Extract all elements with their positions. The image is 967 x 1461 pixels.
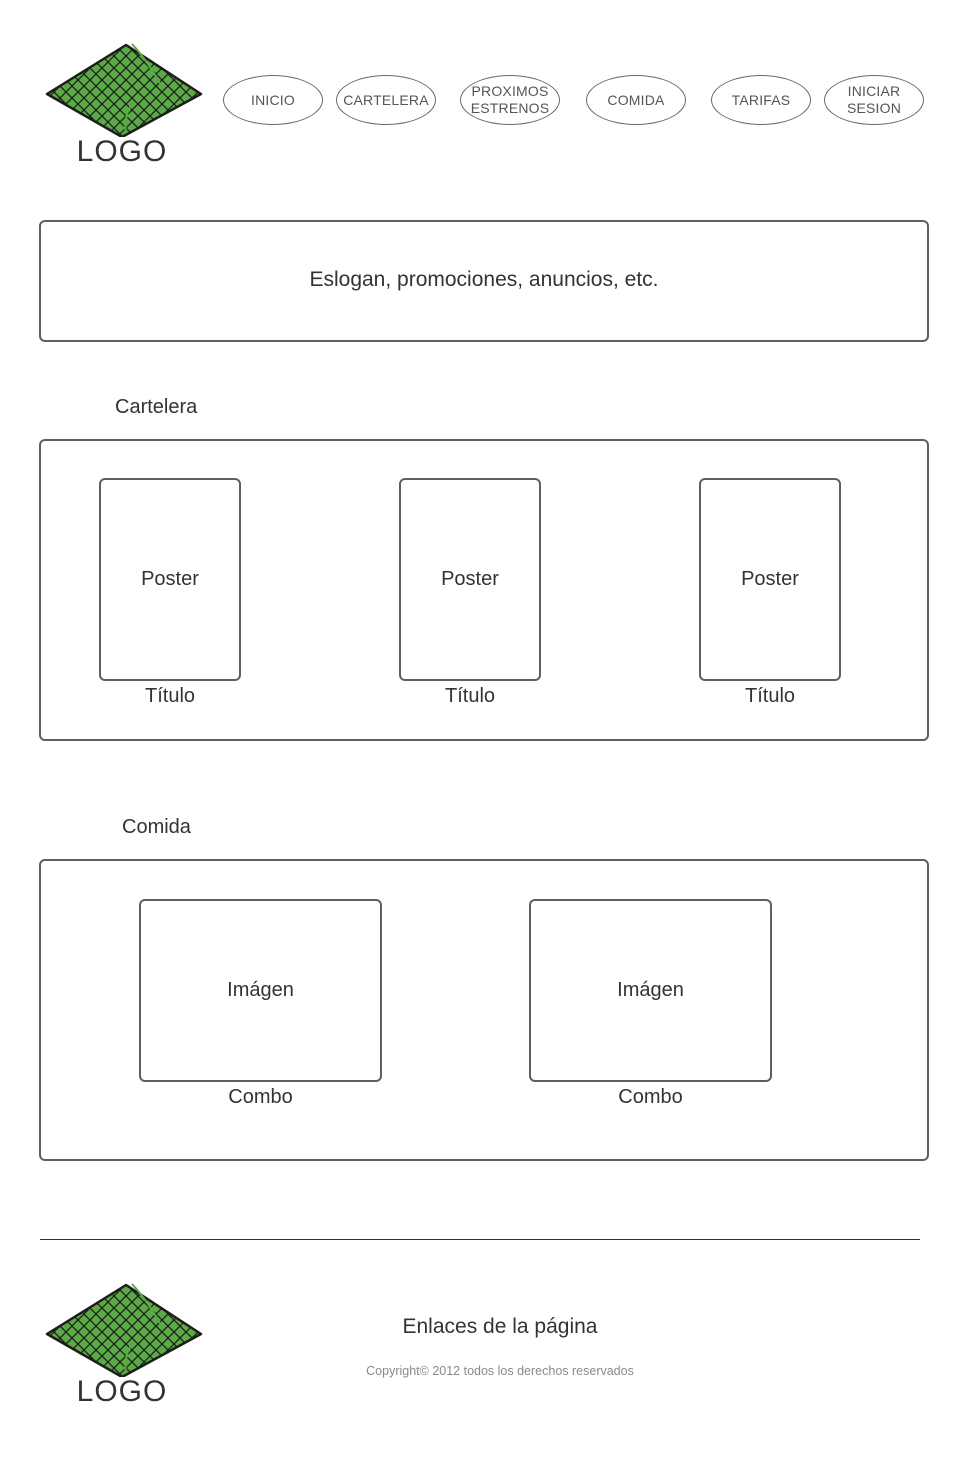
- movie-poster[interactable]: Poster: [699, 478, 841, 681]
- combo-caption[interactable]: Combo: [529, 1086, 772, 1109]
- movie-title[interactable]: Título: [699, 685, 841, 708]
- diamond-grid-logo-icon: [45, 43, 203, 137]
- nav-inicio[interactable]: INICIO: [223, 75, 323, 125]
- combo-image[interactable]: Imágen: [529, 899, 772, 1082]
- nav-cartelera[interactable]: CARTELERA: [336, 75, 436, 125]
- comida-heading: Comida: [122, 816, 191, 838]
- footer-divider: [40, 1239, 920, 1240]
- nav-comida[interactable]: COMIDA: [586, 75, 686, 125]
- nav-proximos-estrenos[interactable]: PROXIMOS ESTRENOS: [460, 75, 560, 125]
- combo-image[interactable]: Imágen: [139, 899, 382, 1082]
- banner-text: Eslogan, promociones, anuncios, etc.: [309, 268, 659, 291]
- copyright-text: Copyright© 2012 todos los derechos reser…: [366, 1364, 634, 1378]
- nav-iniciar-sesion[interactable]: INICIAR SESION: [824, 75, 924, 125]
- promo-banner: Eslogan, promociones, anuncios, etc.: [39, 220, 929, 342]
- logo-text: LOGO: [76, 135, 168, 168]
- logo-text: LOGO: [76, 1375, 168, 1408]
- nav-tarifas[interactable]: TARIFAS: [711, 75, 811, 125]
- footer-logo[interactable]: LOGO: [44, 1282, 204, 1407]
- combo-caption[interactable]: Combo: [139, 1086, 382, 1109]
- movie-title[interactable]: Título: [99, 685, 241, 708]
- header-logo[interactable]: LOGO: [44, 42, 204, 167]
- movie-poster[interactable]: Poster: [99, 478, 241, 681]
- cartelera-heading: Cartelera: [115, 396, 198, 418]
- footer-links[interactable]: Enlaces de la página: [300, 1315, 700, 1339]
- movie-title[interactable]: Título: [399, 685, 541, 708]
- movie-poster[interactable]: Poster: [399, 478, 541, 681]
- diamond-grid-logo-icon: [45, 1283, 203, 1377]
